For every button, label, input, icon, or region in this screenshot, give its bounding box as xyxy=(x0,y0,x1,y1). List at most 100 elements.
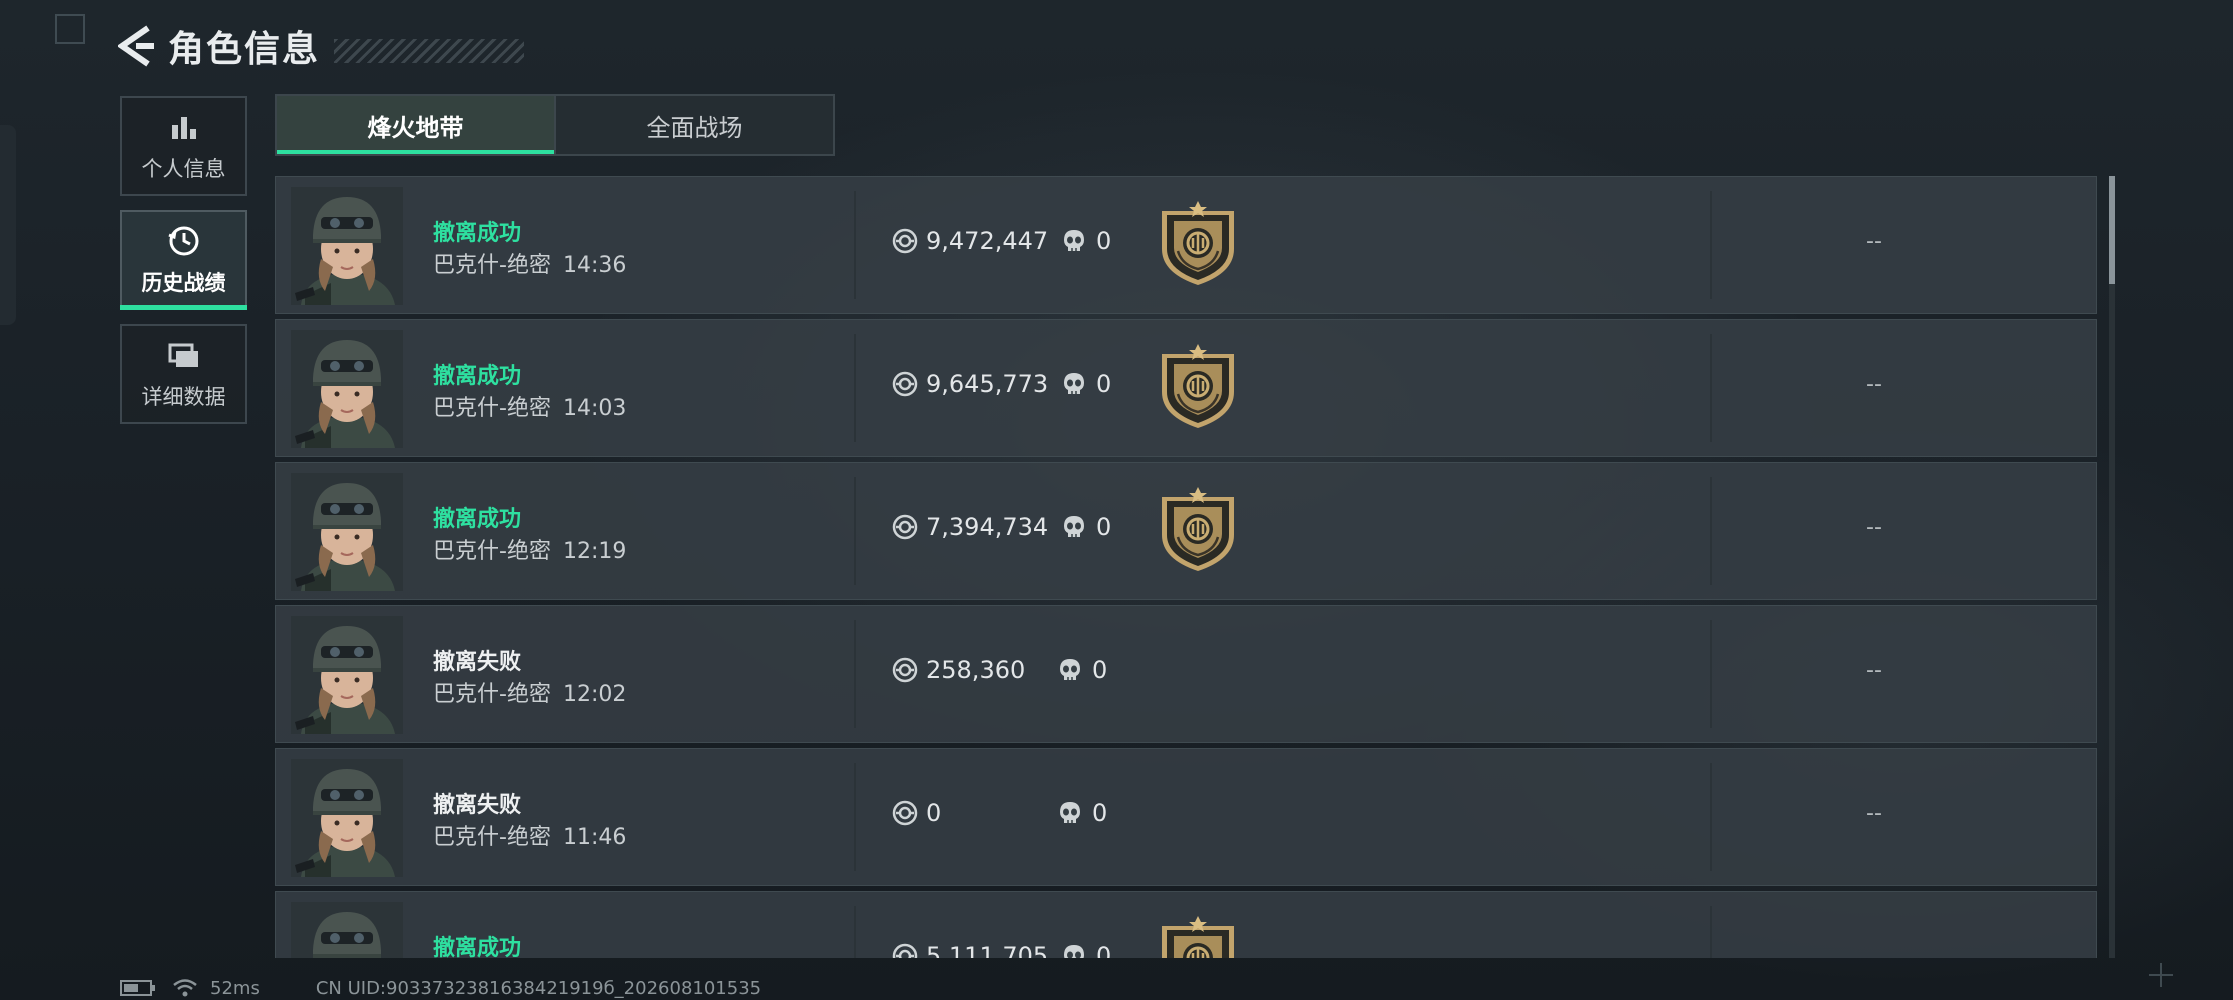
currency-coin-icon xyxy=(892,943,918,958)
currency-coin-icon xyxy=(892,657,918,683)
status-footer: 52ms CN UID:9033732381638421919б_2026081… xyxy=(120,976,761,1000)
operator-avatar xyxy=(291,187,403,305)
tab-operations[interactable]: 烽火地带 xyxy=(277,96,554,154)
extraction-status: 撤离成功 xyxy=(433,936,522,958)
loot-value-text: 9,472,447 xyxy=(926,227,1049,255)
uid-text: CN UID:9033732381638421919б_202608101535 xyxy=(315,977,762,999)
column-divider xyxy=(854,477,856,585)
match-row[interactable]: 撤离失败 巴克什-绝密 11:46 0 0 -- xyxy=(275,748,2097,886)
wifi-icon xyxy=(173,979,197,997)
side-nav-item-history[interactable]: 历史战绩 xyxy=(120,210,247,310)
match-row[interactable]: 撤离成功 5,111,705 0 xyxy=(275,891,2097,958)
match-info: 巴克什-绝密 12:02 xyxy=(433,676,626,708)
column-divider xyxy=(854,906,856,958)
operator-avatar xyxy=(291,759,403,877)
loot-value-text: 7,394,734 xyxy=(926,513,1049,541)
loot-value-text: 5,111,705 xyxy=(926,942,1049,958)
kill-count: 0 xyxy=(1058,656,1107,684)
extraction-status: 撤离失败 xyxy=(433,650,522,675)
column-divider xyxy=(1710,763,1712,871)
back-arrow-icon[interactable] xyxy=(118,24,158,68)
match-info: 巴克什-绝密 14:03 xyxy=(433,390,626,422)
column-divider xyxy=(1710,191,1712,299)
corner-frame-icon xyxy=(55,14,85,44)
kill-count: 0 xyxy=(1062,227,1111,255)
kill-count-text: 0 xyxy=(1096,227,1112,255)
side-pull-handle[interactable] xyxy=(0,125,16,325)
extraction-medal-icon xyxy=(1162,916,1234,958)
scrollbar-thumb[interactable] xyxy=(2109,176,2115,284)
history-clock-icon xyxy=(167,226,198,256)
loot-value-text: 0 xyxy=(926,799,942,827)
column-divider xyxy=(1710,620,1712,728)
kill-count: 0 xyxy=(1062,370,1111,398)
side-nav-item-personal-info[interactable]: 个人信息 xyxy=(120,96,247,196)
match-row[interactable]: 撤离成功 巴克什-绝密 12:19 7,394,734 0 -- xyxy=(275,462,2097,600)
ping-text: 52ms xyxy=(210,977,260,999)
kill-count-text: 0 xyxy=(1096,513,1112,541)
title-decoration xyxy=(334,39,525,63)
skull-kills-icon xyxy=(1064,516,1084,537)
plus-icon[interactable] xyxy=(2146,960,2176,990)
currency-coin-icon xyxy=(892,371,918,397)
folders-icon xyxy=(168,343,198,367)
map-name: 巴克什-绝密 xyxy=(433,396,551,421)
match-info: 巴克什-绝密 14:36 xyxy=(433,247,626,279)
loot-value-text: 258,360 xyxy=(926,656,1026,684)
skull-kills-icon xyxy=(1064,945,1084,958)
page-title: 角色信息 xyxy=(168,29,321,70)
skull-kills-icon xyxy=(1064,230,1084,251)
kill-count: 0 xyxy=(1062,942,1111,958)
column-divider xyxy=(1710,906,1712,958)
match-row[interactable]: 撤离成功 巴克什-绝密 14:36 9,472,447 0 -- xyxy=(275,176,2097,314)
map-name: 巴克什-绝密 xyxy=(433,682,551,707)
skull-kills-icon xyxy=(1060,802,1080,823)
operator-avatar xyxy=(291,473,403,591)
mode-tabs: 烽火地带 全面战场 xyxy=(275,94,835,156)
side-nav-label: 历史战绩 xyxy=(141,271,226,295)
side-nav-label: 个人信息 xyxy=(141,157,226,181)
column-divider xyxy=(854,620,856,728)
match-info: 巴克什-绝密 11:46 xyxy=(433,819,626,851)
extraction-medal-icon xyxy=(1162,201,1234,285)
scrollbar[interactable] xyxy=(2109,176,2115,958)
extra-stat: -- xyxy=(1866,372,1882,397)
side-nav-item-detailed-data[interactable]: 详细数据 xyxy=(120,324,247,424)
column-divider xyxy=(854,191,856,299)
operator-avatar xyxy=(291,902,403,958)
loot-value: 7,394,734 xyxy=(892,513,1048,541)
match-time: 14:03 xyxy=(562,396,627,421)
battery-icon xyxy=(120,980,155,996)
loot-value-text: 9,645,773 xyxy=(926,370,1049,398)
column-divider xyxy=(1710,477,1712,585)
kill-count-text: 0 xyxy=(1092,799,1108,827)
match-row[interactable]: 撤离失败 巴克什-绝密 12:02 258,360 0 -- xyxy=(275,605,2097,743)
operator-avatar xyxy=(291,330,403,448)
skull-kills-icon xyxy=(1064,373,1084,394)
bar-chart-icon xyxy=(171,117,196,139)
column-divider xyxy=(854,763,856,871)
side-nav: 个人信息 历史战绩 详细数据 xyxy=(120,96,247,438)
extraction-status: 撤离失败 xyxy=(433,793,522,818)
extraction-status: 撤离成功 xyxy=(433,364,522,389)
kill-count: 0 xyxy=(1058,799,1107,827)
kill-count-text: 0 xyxy=(1092,656,1108,684)
currency-coin-icon xyxy=(892,514,918,540)
loot-value: 258,360 xyxy=(892,656,1025,684)
match-time: 12:02 xyxy=(562,682,627,707)
extraction-status: 撤离成功 xyxy=(433,507,522,532)
match-info: 巴克什-绝密 12:19 xyxy=(433,533,626,565)
loot-value: 0 xyxy=(892,799,941,827)
loot-value: 5,111,705 xyxy=(892,942,1048,958)
operator-avatar xyxy=(291,616,403,734)
tab-warfare[interactable]: 全面战场 xyxy=(554,96,833,154)
match-row[interactable]: 撤离成功 巴克什-绝密 14:03 9,645,773 0 -- xyxy=(275,319,2097,457)
match-history-list[interactable]: 撤离成功 巴克什-绝密 14:36 9,472,447 0 -- 撤离成功 巴克… xyxy=(275,176,2097,958)
extra-stat: -- xyxy=(1866,515,1882,540)
match-time: 11:46 xyxy=(562,825,627,850)
extra-stat: -- xyxy=(1866,801,1882,826)
currency-coin-icon xyxy=(892,228,918,254)
page-header: 角色信息 xyxy=(118,18,525,74)
extra-stat: -- xyxy=(1866,229,1882,254)
column-divider xyxy=(1710,334,1712,442)
